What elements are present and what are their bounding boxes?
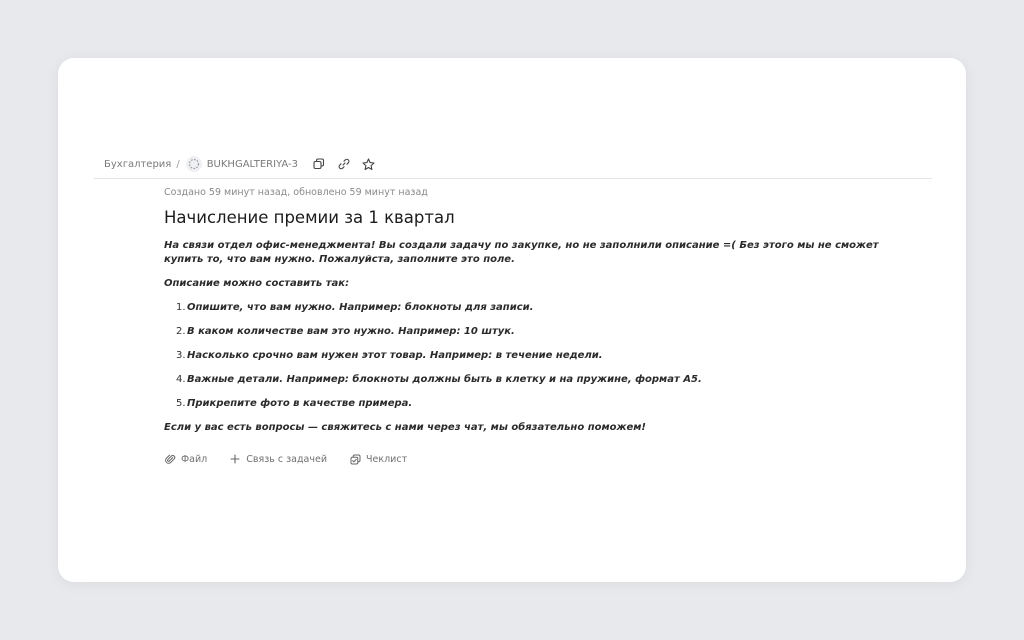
checklist-icon	[349, 453, 361, 465]
link-icon[interactable]	[335, 155, 353, 173]
list-item: 3.Насколько срочно вам нужен этот товар.…	[176, 350, 603, 361]
list-item: 4.Важные детали. Например: блокноты долж…	[176, 374, 702, 385]
header-divider	[94, 178, 932, 179]
description-outro: Если у вас есть вопросы — свяжитесь с на…	[164, 422, 646, 433]
plus-icon	[229, 453, 241, 465]
add-link-button[interactable]: Связь с задачей	[229, 453, 327, 465]
issue-content: Создано 59 минут назад, обновлено 59 мин…	[164, 186, 904, 467]
attach-file-button[interactable]: Файл	[164, 453, 207, 465]
issue-title[interactable]: Начисление премии за 1 квартал	[164, 207, 904, 229]
issue-card: Бухгалтерия / BUKHGALTERIYA-3 Создано 59…	[58, 58, 966, 582]
issue-key[interactable]: BUKHGALTERIYA-3	[207, 159, 298, 170]
description-howto: Описание можно составить так:	[164, 278, 350, 289]
star-icon[interactable]	[360, 155, 378, 173]
list-item: 2.В каком количестве вам это нужно. Напр…	[176, 326, 515, 337]
paperclip-icon	[164, 453, 176, 465]
breadcrumb-separator: /	[176, 158, 180, 170]
add-checklist-button[interactable]: Чеклист	[349, 453, 407, 465]
description-intro: На связи отдел офис-менеджмента! Вы созд…	[164, 240, 879, 265]
breadcrumb: Бухгалтерия / BUKHGALTERIYA-3	[104, 154, 385, 174]
issue-meta: Создано 59 минут назад, обновлено 59 мин…	[164, 187, 428, 198]
breadcrumb-queue-link[interactable]: Бухгалтерия	[104, 159, 171, 170]
list-item: 5.Прикрепите фото в качестве примера.	[176, 398, 413, 409]
description-steps: 1.Опишите, что вам нужно. Например: блок…	[164, 301, 904, 411]
status-open-icon[interactable]	[185, 156, 202, 172]
add-checklist-label: Чеклист	[366, 453, 408, 465]
issue-actions: Файл Связь с задачей Чеклист	[164, 451, 904, 467]
attach-file-label: Файл	[181, 453, 208, 465]
list-item: 1.Опишите, что вам нужно. Например: блок…	[176, 302, 534, 313]
copy-icon[interactable]	[310, 155, 328, 173]
add-link-label: Связь с задачей	[246, 453, 328, 465]
